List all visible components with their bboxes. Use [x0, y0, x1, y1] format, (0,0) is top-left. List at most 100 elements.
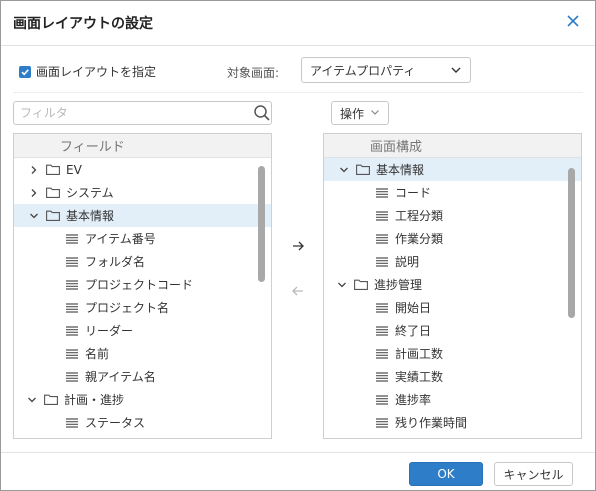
folder-icon	[46, 164, 60, 175]
tree-field-item[interactable]: 残り作業時間	[324, 411, 581, 434]
tree-field-item[interactable]: 名前	[14, 342, 271, 365]
layout-settings-dialog: 画面レイアウトの設定 画面レイアウトを指定 対象画面: アイテムプロパティ 操作…	[0, 0, 596, 491]
field-icon	[376, 417, 388, 428]
field-icon	[376, 371, 388, 382]
tree-field-item[interactable]: プロジェクト名	[14, 296, 271, 319]
tree-folder-ev[interactable]: EV	[14, 158, 271, 181]
folder-icon	[44, 394, 58, 405]
search-icon[interactable]	[253, 104, 271, 125]
chevron-down-icon[interactable]	[26, 394, 38, 406]
fields-scrollbar[interactable]	[258, 166, 265, 282]
tree-node-label: 作業分類	[395, 232, 444, 246]
tree-node-label: 説明	[395, 255, 420, 269]
tree-node-label: 進捗率	[395, 393, 432, 407]
tree-folder-progress-management[interactable]: 進捗管理	[324, 273, 581, 296]
chevron-down-icon[interactable]	[336, 279, 348, 291]
fields-tree: EV システム 基本情報 アイテム番号 フォルダ名 プロジェクトコード プロジェ…	[14, 158, 271, 434]
field-icon	[66, 233, 78, 244]
dialog-title: 画面レイアウトの設定	[13, 16, 153, 32]
chevron-down-icon[interactable]	[28, 210, 40, 222]
tree-node-label: 親アイテム名	[85, 370, 156, 384]
field-icon	[66, 302, 78, 313]
close-icon[interactable]	[565, 13, 581, 29]
field-icon	[376, 325, 388, 336]
field-icon	[66, 417, 78, 428]
tree-field-item[interactable]: プロジェクトコード	[14, 273, 271, 296]
folder-icon	[354, 279, 368, 290]
operations-dropdown[interactable]: 操作	[331, 101, 389, 125]
tree-node-label: ステータス	[85, 416, 146, 430]
tree-node-label: EV	[66, 162, 82, 177]
tree-field-item[interactable]: 開始日	[324, 296, 581, 319]
tree-node-label: コード	[395, 186, 432, 200]
chevron-down-icon	[370, 106, 380, 120]
folder-icon	[46, 187, 60, 198]
tree-field-item[interactable]: 工程分類	[324, 204, 581, 227]
layout-tree: 基本情報 コード 工程分類 作業分類 説明 進捗管理 開始日 終了日 計画工数 …	[324, 158, 581, 434]
tree-field-item[interactable]: 作業分類	[324, 227, 581, 250]
layout-scrollbar[interactable]	[568, 168, 575, 318]
tree-node-label: 基本情報	[376, 163, 425, 177]
field-icon	[376, 210, 388, 221]
checkbox-label: 画面レイアウトを指定	[36, 65, 157, 79]
footer-divider	[1, 452, 595, 453]
tree-field-item[interactable]: コード	[324, 181, 581, 204]
tree-node-label: システム	[66, 186, 114, 200]
tree-node-label: 実績工数	[395, 370, 444, 384]
target-screen-label: 対象画面:	[227, 66, 280, 80]
tree-field-item[interactable]: 進捗率	[324, 388, 581, 411]
cancel-button[interactable]: キャンセル	[494, 462, 573, 486]
tree-node-label: 進捗管理	[374, 278, 423, 292]
tree-field-item[interactable]: フォルダ名	[14, 250, 271, 273]
field-icon	[66, 325, 78, 336]
tree-folder-system[interactable]: システム	[14, 181, 271, 204]
filter-input[interactable]	[13, 101, 272, 125]
field-icon	[66, 348, 78, 359]
tree-node-label: リーダー	[85, 324, 134, 338]
checkbox-checked-icon[interactable]	[19, 65, 31, 78]
folder-icon	[356, 164, 370, 175]
fields-panel-header: フィールド	[14, 134, 271, 158]
tree-field-item[interactable]: 終了日	[324, 319, 581, 342]
tree-field-item[interactable]: アイテム番号	[14, 227, 271, 250]
tree-field-item[interactable]: 実績工数	[324, 365, 581, 388]
tree-node-label: プロジェクトコード	[85, 278, 194, 292]
tree-node-label: 開始日	[395, 301, 432, 315]
tree-field-item[interactable]: 親アイテム名	[14, 365, 271, 388]
header-divider	[1, 45, 595, 46]
field-icon	[376, 302, 388, 313]
field-icon	[376, 233, 388, 244]
ok-button[interactable]: OK	[409, 462, 483, 486]
tree-field-item[interactable]: リーダー	[14, 319, 271, 342]
chevron-right-icon[interactable]	[28, 164, 40, 176]
tree-node-label: 名前	[85, 347, 110, 361]
folder-icon	[46, 210, 60, 221]
operations-label: 操作	[340, 106, 365, 121]
tree-folder-plan-progress[interactable]: 計画・進捗	[14, 388, 271, 411]
layout-panel-header: 画面構成	[324, 134, 581, 158]
options-divider	[13, 92, 583, 93]
tree-node-label: 計画・進捗	[64, 393, 125, 407]
fields-panel: フィールド EV システム 基本情報 アイテム番号 フォルダ名 プロジェクトコー…	[13, 133, 272, 439]
tree-field-item[interactable]: 説明	[324, 250, 581, 273]
chevron-down-icon[interactable]	[338, 164, 350, 176]
tree-folder-basic-info[interactable]: 基本情報	[324, 158, 581, 181]
arrow-right-icon[interactable]	[291, 239, 305, 253]
field-icon	[376, 187, 388, 198]
tree-folder-basic-info[interactable]: 基本情報	[14, 204, 271, 227]
arrow-left-icon[interactable]	[291, 284, 305, 298]
tree-node-label: 基本情報	[66, 209, 115, 223]
chevron-right-icon[interactable]	[28, 187, 40, 199]
layout-panel: 画面構成 基本情報 コード 工程分類 作業分類 説明 進捗管理 開始日 終了日 …	[323, 133, 582, 439]
tree-node-label: フォルダ名	[85, 255, 146, 269]
field-icon	[66, 371, 78, 382]
tree-node-label: 計画工数	[395, 347, 444, 361]
tree-field-item[interactable]: ステータス	[14, 411, 271, 434]
chevron-down-icon	[450, 64, 462, 79]
tree-node-label: 工程分類	[395, 209, 444, 223]
target-screen-select[interactable]: アイテムプロパティ	[301, 57, 471, 83]
tree-node-label: プロジェクト名	[85, 301, 170, 315]
tree-field-item[interactable]: 計画工数	[324, 342, 581, 365]
field-icon	[376, 394, 388, 405]
specify-layout-checkbox[interactable]: 画面レイアウトを指定	[19, 63, 156, 80]
